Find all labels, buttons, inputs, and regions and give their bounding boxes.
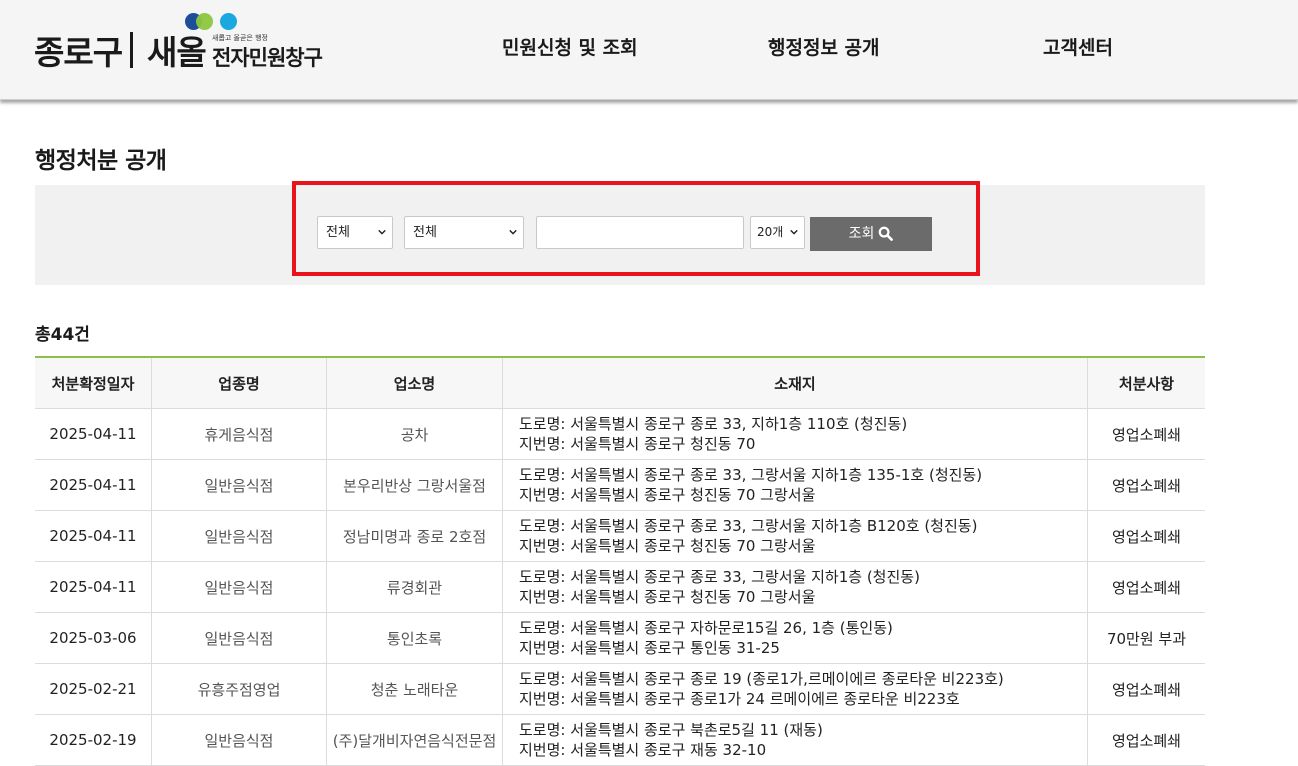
lot-address: 지번명: 서울특별시 종로구 청진동 70 그랑서울 xyxy=(519,537,816,555)
cell-business-name: 공차 xyxy=(327,409,503,459)
nav-admin-info[interactable]: 행정정보 공개 xyxy=(768,33,880,60)
cell-address: 도로명: 서울특별시 종로구 종로 33, 그랑서울 지하1층 B120호 (청… xyxy=(503,511,1088,561)
address-lines: 도로명: 서울특별시 종로구 자하문로15길 26, 1층 (통인동) 지번명: … xyxy=(519,618,893,658)
address-lines: 도로명: 서울특별시 종로구 북촌로5길 11 (재동) 지번명: 서울특별시 종… xyxy=(519,720,823,760)
cell-address: 도로명: 서울특별시 종로구 종로 33, 그랑서울 지하1층 (청진동) 지번명… xyxy=(503,562,1088,612)
cell-address: 도로명: 서울특별시 종로구 자하문로15길 26, 1층 (통인동) 지번명: … xyxy=(503,613,1088,663)
table-body: 2025-04-11 휴게음식점 공차 도로명: 서울특별시 종로구 종로 33, 지… xyxy=(35,409,1205,766)
cell-address: 도로명: 서울특별시 종로구 북촌로5길 11 (재동) 지번명: 서울특별시 종… xyxy=(503,715,1088,765)
lot-address: 지번명: 서울특별시 종로구 청진동 70 xyxy=(519,435,756,453)
cell-address: 도로명: 서울특별시 종로구 종로 19 (종로1가,르메이에르 종로타운 비2… xyxy=(503,664,1088,714)
cell-date: 2025-02-21 xyxy=(35,664,152,714)
road-address: 도로명: 서울특별시 종로구 종로 33, 그랑서울 지하1층 (청진동) xyxy=(519,568,920,586)
table-header-row: 처분확정일자 업종명 업소명 소재지 처분사항 xyxy=(35,358,1205,409)
cell-date: 2025-04-11 xyxy=(35,460,152,510)
cell-type: 일반음식점 xyxy=(152,715,327,765)
col-header-date: 처분확정일자 xyxy=(35,358,152,408)
logo-dot-sky xyxy=(220,13,237,30)
table-row[interactable]: 2025-04-11 휴게음식점 공차 도로명: 서울특별시 종로구 종로 33, 지… xyxy=(35,409,1205,460)
cell-business-name: 류경회관 xyxy=(327,562,503,612)
lot-address: 지번명: 서울특별시 종로구 청진동 70 그랑서울 xyxy=(519,486,816,504)
cell-action: 영업소폐쇄 xyxy=(1111,680,1181,699)
cell-action: 영업소폐쇄 xyxy=(1111,527,1181,546)
address-lines: 도로명: 서울특별시 종로구 종로 33, 그랑서울 지하1층 135-1호 (… xyxy=(519,465,982,505)
road-address: 도로명: 서울특별시 종로구 자하문로15길 26, 1층 (통인동) xyxy=(519,619,893,637)
site-header: 종로구 새올 새롭고 올곧은 행정 전자민원창구 민원신청 및 조회 행정정보 … xyxy=(0,0,1298,100)
address-lines: 도로명: 서울특별시 종로구 종로 33, 지하1층 110호 (청진동) 지번명… xyxy=(519,414,907,454)
cell-business-name: 본우리반상 그랑서울점 xyxy=(327,460,503,510)
page-title: 행정처분 공개 xyxy=(35,148,167,174)
cell-date: 2025-04-11 xyxy=(35,409,152,459)
lot-address: 지번명: 서울특별시 종로구 청진동 70 그랑서울 xyxy=(519,588,816,606)
cell-action: 영업소폐쇄 xyxy=(1111,731,1181,750)
col-header-name: 업소명 xyxy=(327,358,503,408)
cell-date: 2025-02-19 xyxy=(35,715,152,765)
road-address: 도로명: 서울특별시 종로구 북촌로5길 11 (재동) xyxy=(519,721,823,739)
nav-civil-petition[interactable]: 민원신청 및 조회 xyxy=(502,33,638,60)
address-lines: 도로명: 서울특별시 종로구 종로 33, 그랑서울 지하1층 (청진동) 지번명… xyxy=(519,567,920,607)
logo-dots-icon xyxy=(185,13,245,31)
logo-dot-green xyxy=(196,13,213,30)
table-row[interactable]: 2025-04-11 일반음식점 본우리반상 그랑서울점 도로명: 서울특별시 종로구… xyxy=(35,460,1205,511)
nav-customer-center[interactable]: 고객센터 xyxy=(1043,33,1113,60)
road-address: 도로명: 서울특별시 종로구 종로 33, 그랑서울 지하1층 135-1호 (… xyxy=(519,466,983,484)
table-row[interactable]: 2025-02-21 유흥주점영업 청춘 노래타운 도로명: 서울특별시 종로구 종로… xyxy=(35,664,1205,715)
cell-action: 영업소폐쇄 xyxy=(1111,476,1181,495)
table-row[interactable]: 2025-03-06 일반음식점 통인초록 도로명: 서울특별시 종로구 자하문로15… xyxy=(35,613,1205,664)
cell-business-name: (주)달개비자연음식전문점 xyxy=(327,715,503,765)
lot-address: 지번명: 서울특별시 종로구 통인동 31-25 xyxy=(519,639,780,657)
cell-type: 일반음식점 xyxy=(152,511,327,561)
cell-action: 영업소폐쇄 xyxy=(1111,425,1181,444)
lot-address: 지번명: 서울특별시 종로구 재동 32-10 xyxy=(519,741,767,759)
cell-type: 일반음식점 xyxy=(152,613,327,663)
cell-date: 2025-03-06 xyxy=(35,613,152,663)
disposition-table: 처분확정일자 업종명 업소명 소재지 처분사항 2025-04-11 휴게음식점 공… xyxy=(35,356,1205,766)
cell-business-name: 통인초록 xyxy=(327,613,503,663)
cell-type: 유흥주점영업 xyxy=(152,664,327,714)
address-lines: 도로명: 서울특별시 종로구 종로 33, 그랑서울 지하1층 B120호 (청… xyxy=(519,516,977,556)
table-row[interactable]: 2025-02-19 일반음식점 (주)달개비자연음식전문점 도로명: 서울특별시 종… xyxy=(35,715,1205,766)
table-row[interactable]: 2025-04-11 일반음식점 정남미명과 종로 2호점 도로명: 서울특별시 종로… xyxy=(35,511,1205,562)
main-nav: 민원신청 및 조회 행정정보 공개 고객센터 xyxy=(0,33,1298,63)
col-header-type: 업종명 xyxy=(152,358,327,408)
cell-address: 도로명: 서울특별시 종로구 종로 33, 지하1층 110호 (청진동) 지번명… xyxy=(503,409,1088,459)
cell-type: 휴게음식점 xyxy=(152,409,327,459)
table-row[interactable]: 2025-04-11 일반음식점 류경회관 도로명: 서울특별시 종로구 종로 33,… xyxy=(35,562,1205,613)
road-address: 도로명: 서울특별시 종로구 종로 19 (종로1가,르메이에르 종로타운 비2… xyxy=(519,670,1004,688)
cell-business-name: 청춘 노래타운 xyxy=(327,664,503,714)
cell-action: 70만원 부과 xyxy=(1106,629,1187,648)
address-lines: 도로명: 서울특별시 종로구 종로 19 (종로1가,르메이에르 종로타운 비2… xyxy=(519,669,1004,709)
cell-type: 일반음식점 xyxy=(152,562,327,612)
col-header-action: 처분사항 xyxy=(1118,374,1175,393)
lot-address: 지번명: 서울특별시 종로구 종로1가 24 르메이에르 종로타운 비223호 xyxy=(519,690,960,708)
search-highlight-box xyxy=(292,181,980,276)
cell-date: 2025-04-11 xyxy=(35,562,152,612)
cell-action: 영업소폐쇄 xyxy=(1111,578,1181,597)
cell-type: 일반음식점 xyxy=(152,460,327,510)
col-header-address: 소재지 xyxy=(503,358,1088,408)
road-address: 도로명: 서울특별시 종로구 종로 33, 그랑서울 지하1층 B120호 (청… xyxy=(519,517,978,535)
road-address: 도로명: 서울특별시 종로구 종로 33, 지하1층 110호 (청진동) xyxy=(519,415,908,433)
cell-address: 도로명: 서울특별시 종로구 종로 33, 그랑서울 지하1층 135-1호 (… xyxy=(503,460,1088,510)
cell-business-name: 정남미명과 종로 2호점 xyxy=(327,511,503,561)
cell-date: 2025-04-11 xyxy=(35,511,152,561)
total-count: 총44건 xyxy=(35,325,90,345)
